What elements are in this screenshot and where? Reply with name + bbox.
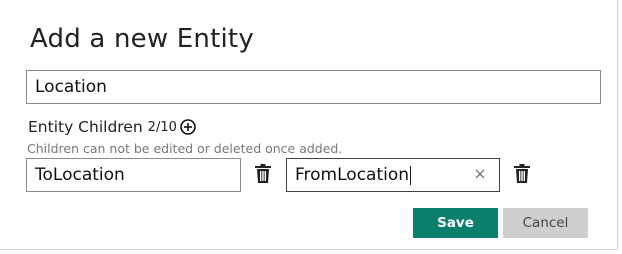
circle-plus-icon (180, 119, 197, 135)
cancel-button[interactable]: Cancel (503, 208, 588, 238)
child-input-1[interactable]: ToLocation (26, 158, 241, 192)
delete-child-1-button[interactable] (254, 163, 272, 183)
save-button[interactable]: Save (413, 208, 498, 238)
delete-child-2-button[interactable] (513, 163, 531, 183)
entity-children-count: 2/10 (147, 119, 177, 135)
children-hint-text: Children can not be edited or deleted on… (27, 141, 343, 156)
child-input-2-value: FromLocation (295, 165, 410, 185)
text-caret (410, 165, 412, 185)
dialog-title: Add a new Entity (30, 24, 254, 54)
trash-icon (514, 163, 530, 183)
add-entity-dialog: Add a new Entity Location Entity Childre… (0, 0, 618, 250)
trash-icon (255, 163, 271, 183)
child-input-2[interactable]: FromLocation (286, 158, 500, 192)
entity-children-label: Entity Children (28, 118, 143, 136)
entity-name-input[interactable]: Location (26, 70, 601, 104)
add-child-button[interactable] (180, 119, 197, 136)
entity-children-heading: Entity Children 2/10 (28, 118, 197, 136)
close-icon (475, 169, 485, 179)
clear-input-button[interactable] (473, 166, 487, 182)
